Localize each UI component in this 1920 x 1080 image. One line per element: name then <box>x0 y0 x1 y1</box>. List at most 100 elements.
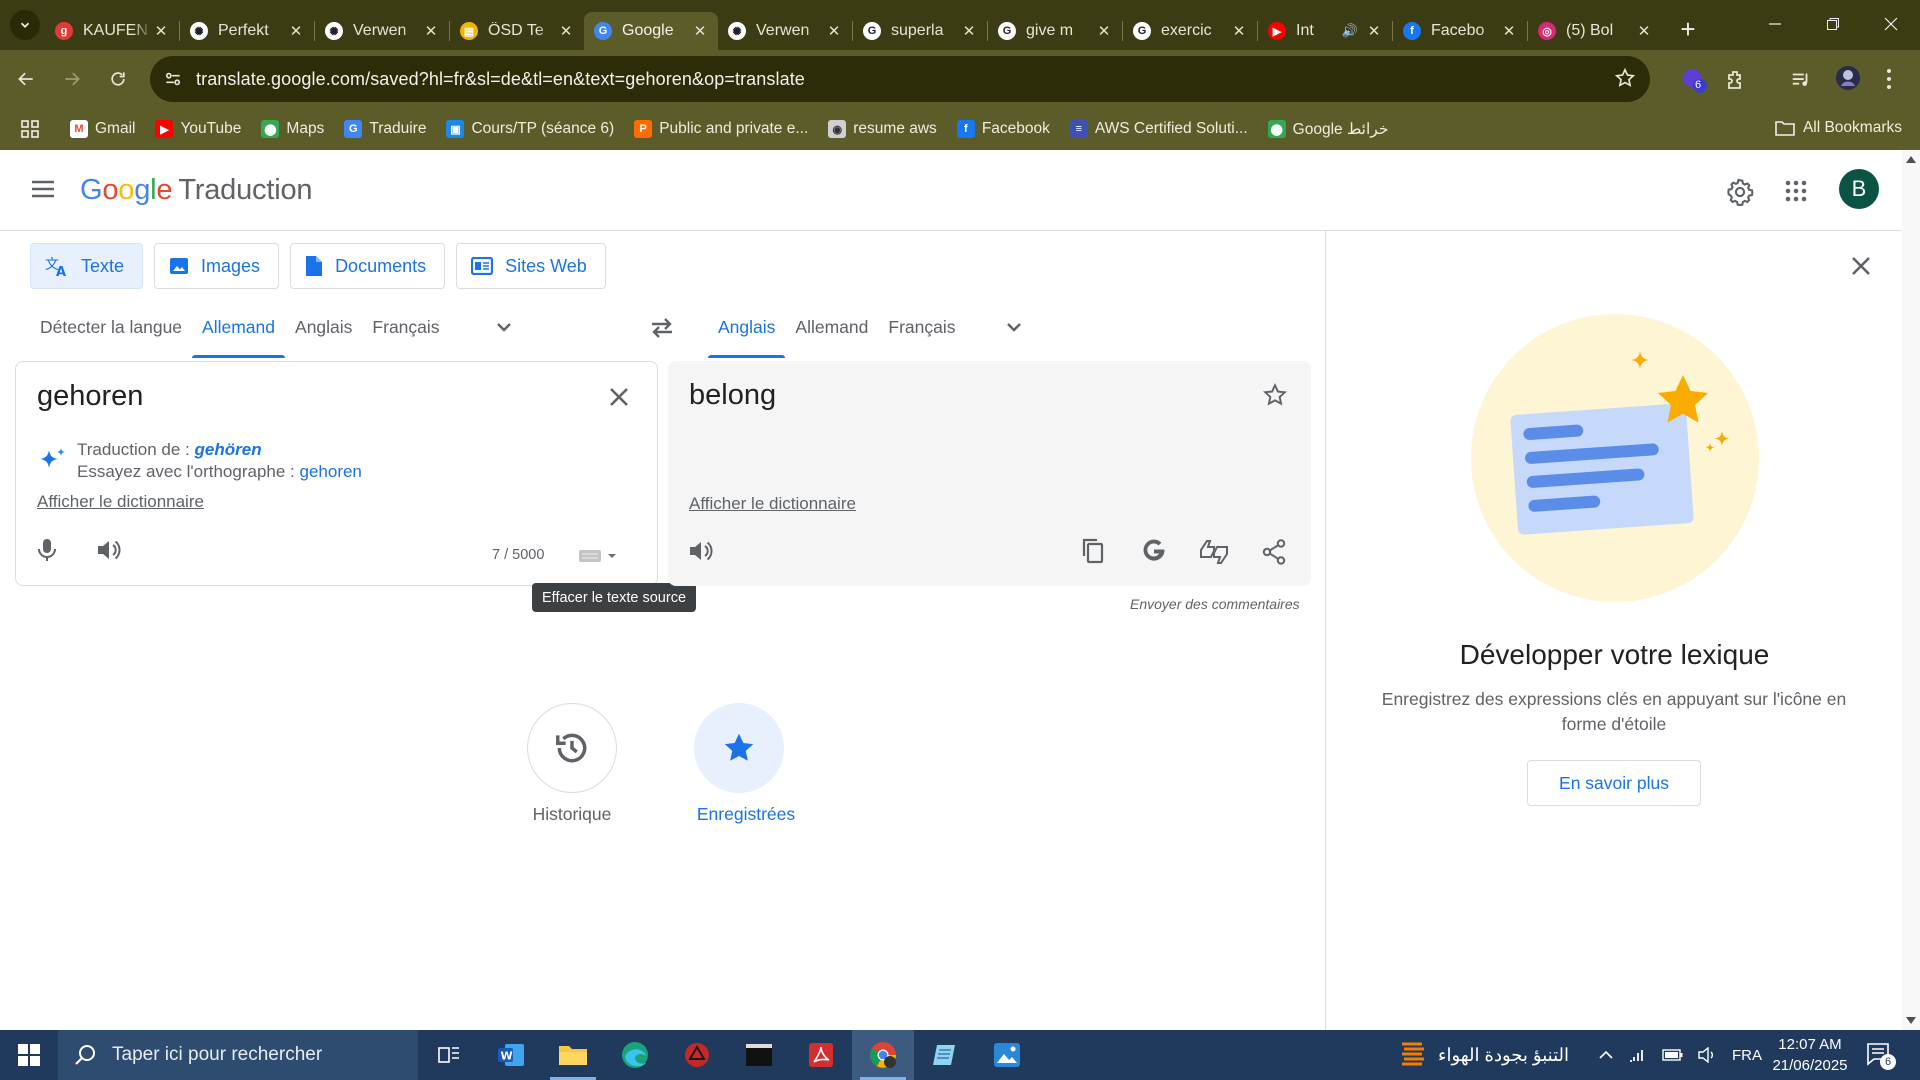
history-label[interactable]: Historique <box>492 804 652 825</box>
tab-close-icon[interactable]: ✕ <box>153 22 169 40</box>
scroll-down-icon[interactable] <box>1906 1017 1916 1024</box>
address-bar[interactable]: translate.google.com/saved?hl=fr&sl=de&t… <box>150 56 1650 102</box>
tab-close-icon[interactable]: ✕ <box>692 22 708 40</box>
taskbar-photos[interactable] <box>976 1030 1038 1080</box>
saved-label[interactable]: Enregistrées <box>666 804 826 825</box>
extension-profile-icon[interactable]: 6 <box>1680 66 1708 94</box>
taskbar-terminal[interactable] <box>728 1030 790 1080</box>
swap-languages-icon[interactable] <box>648 316 676 340</box>
settings-gear-icon[interactable] <box>1726 178 1754 206</box>
taskbar-search[interactable]: Taper ici pour rechercher <box>58 1030 418 1080</box>
target-dictionary-link[interactable]: Afficher le dictionnaire <box>689 494 856 514</box>
target-speaker-icon[interactable] <box>688 539 714 563</box>
tab-close-icon[interactable]: ✕ <box>1501 22 1517 40</box>
lang-source-german[interactable]: Allemand <box>192 296 285 358</box>
more-options-icon[interactable] <box>1886 68 1892 90</box>
bookmark-item[interactable]: ▣ Cours/TP (séance 6) <box>446 120 614 138</box>
taskbar-notepad[interactable] <box>914 1030 976 1080</box>
send-feedback-link[interactable]: Envoyer des commentaires <box>1130 596 1300 612</box>
extensions-puzzle-icon[interactable] <box>1724 68 1748 92</box>
try-spelling-link[interactable]: gehoren <box>300 462 362 481</box>
taskbar-word[interactable]: W <box>480 1030 542 1080</box>
task-view-button[interactable] <box>418 1030 480 1080</box>
tab-close-icon[interactable]: ✕ <box>423 22 439 40</box>
google-apps-icon[interactable] <box>1785 180 1807 202</box>
url-text[interactable]: translate.google.com/saved?hl=fr&sl=de&t… <box>196 69 805 90</box>
rate-translation-icon[interactable] <box>1199 538 1229 566</box>
taskbar-chrome[interactable] <box>852 1030 914 1080</box>
apps-grid-icon[interactable] <box>20 119 50 139</box>
mode-images-button[interactable]: Images <box>154 243 280 289</box>
browser-tab[interactable]: ✺ Perfekt ✕ <box>180 12 314 50</box>
account-avatar[interactable]: B <box>1839 169 1879 209</box>
restore-button[interactable] <box>1804 0 1862 48</box>
browser-tab[interactable]: ◎ (5) Bol ✕ <box>1528 12 1662 50</box>
tab-close-icon[interactable]: ✕ <box>961 22 977 40</box>
tab-close-icon[interactable]: ✕ <box>558 22 574 40</box>
bookmark-item[interactable]: ≡ AWS Certified Soluti... <box>1069 120 1248 138</box>
lang-target-french[interactable]: Français <box>878 296 965 358</box>
scroll-up-icon[interactable] <box>1906 156 1916 163</box>
weather-widget[interactable]: التنبؤ بجودة الهواء <box>1400 1030 1569 1080</box>
browser-tab[interactable]: ▶ Int 🔊 ✕ <box>1258 12 1392 50</box>
profile-avatar-icon[interactable] <box>1834 64 1862 92</box>
share-icon[interactable] <box>1262 539 1286 565</box>
tab-search-button[interactable] <box>5 5 45 45</box>
page-scrollbar[interactable] <box>1902 150 1920 1030</box>
copy-icon[interactable] <box>1082 538 1104 564</box>
google-translate-logo[interactable]: Google Traduction <box>80 174 313 207</box>
tab-close-icon[interactable]: ✕ <box>1231 22 1247 40</box>
browser-tab[interactable]: g KAUFEN ✕ <box>45 12 179 50</box>
lang-source-french[interactable]: Français <box>362 296 449 358</box>
bookmark-item[interactable]: f Facebook <box>956 120 1050 138</box>
microphone-icon[interactable] <box>36 537 58 563</box>
target-lang-dropdown-icon[interactable] <box>1002 315 1026 339</box>
lang-target-german[interactable]: Allemand <box>785 296 878 358</box>
mode-text-button[interactable]: 文A Texte <box>30 243 144 289</box>
bookmark-item[interactable]: M Gmail <box>70 120 135 138</box>
keyboard-icon[interactable] <box>579 549 619 563</box>
clear-source-icon[interactable] <box>608 386 630 408</box>
forward-button[interactable] <box>52 59 92 99</box>
back-button[interactable] <box>6 59 46 99</box>
translated-from-word[interactable]: gehören <box>195 440 262 459</box>
browser-tab[interactable]: ▤ ÖSD Te ✕ <box>450 12 584 50</box>
main-menu-icon[interactable] <box>30 178 56 200</box>
lang-target-english[interactable]: Anglais <box>708 296 786 358</box>
bookmark-item[interactable]: ▶ YouTube <box>155 120 241 138</box>
bookmark-item[interactable]: ⬤ Maps <box>261 120 324 138</box>
google-search-icon[interactable] <box>1141 538 1167 564</box>
minimize-button[interactable] <box>1746 0 1804 48</box>
tab-close-icon[interactable]: ✕ <box>826 22 842 40</box>
bookmark-item[interactable]: P Public and private e... <box>634 120 808 138</box>
browser-tab[interactable]: Ggive m ✕ <box>988 12 1122 50</box>
source-lang-dropdown-icon[interactable] <box>492 315 516 339</box>
notification-center[interactable]: 6 <box>1866 1042 1896 1070</box>
taskbar-app-red[interactable] <box>666 1030 728 1080</box>
lang-detect[interactable]: Détecter la langue <box>30 296 192 358</box>
tray-chevron-icon[interactable] <box>1598 1050 1614 1060</box>
bookmark-item[interactable]: ⬤ Google خرائط <box>1267 120 1388 139</box>
start-button[interactable] <box>0 1030 58 1080</box>
clock[interactable]: 12:07 AM 21/06/2025 <box>1760 1034 1860 1076</box>
tab-close-icon[interactable]: ✕ <box>1096 22 1112 40</box>
media-control-icon[interactable] <box>1790 69 1812 91</box>
volume-icon[interactable] <box>1698 1047 1718 1063</box>
browser-tab[interactable]: Gexercic ✕ <box>1123 12 1257 50</box>
bookmark-star-icon[interactable] <box>1614 67 1636 89</box>
tab-close-icon[interactable]: ✕ <box>288 22 304 40</box>
mode-documents-button[interactable]: Documents <box>290 243 446 289</box>
source-speaker-icon[interactable] <box>96 538 122 562</box>
source-text-input[interactable]: gehoren <box>37 380 143 413</box>
browser-tab[interactable]: G Google ✕ <box>584 12 718 50</box>
tab-close-icon[interactable]: ✕ <box>1366 22 1382 40</box>
close-panel-icon[interactable] <box>1850 255 1872 277</box>
browser-tab[interactable]: Gsuperla ✕ <box>853 12 987 50</box>
save-translation-star-icon[interactable] <box>1262 382 1288 408</box>
site-info-icon[interactable] <box>150 69 196 89</box>
browser-tab[interactable]: f Facebo ✕ <box>1393 12 1527 50</box>
tab-close-icon[interactable]: ✕ <box>1636 22 1652 40</box>
language-indicator[interactable]: FRA <box>1732 1047 1762 1064</box>
taskbar-file-explorer[interactable] <box>542 1030 604 1080</box>
mode-websites-button[interactable]: Sites Web <box>456 243 606 289</box>
